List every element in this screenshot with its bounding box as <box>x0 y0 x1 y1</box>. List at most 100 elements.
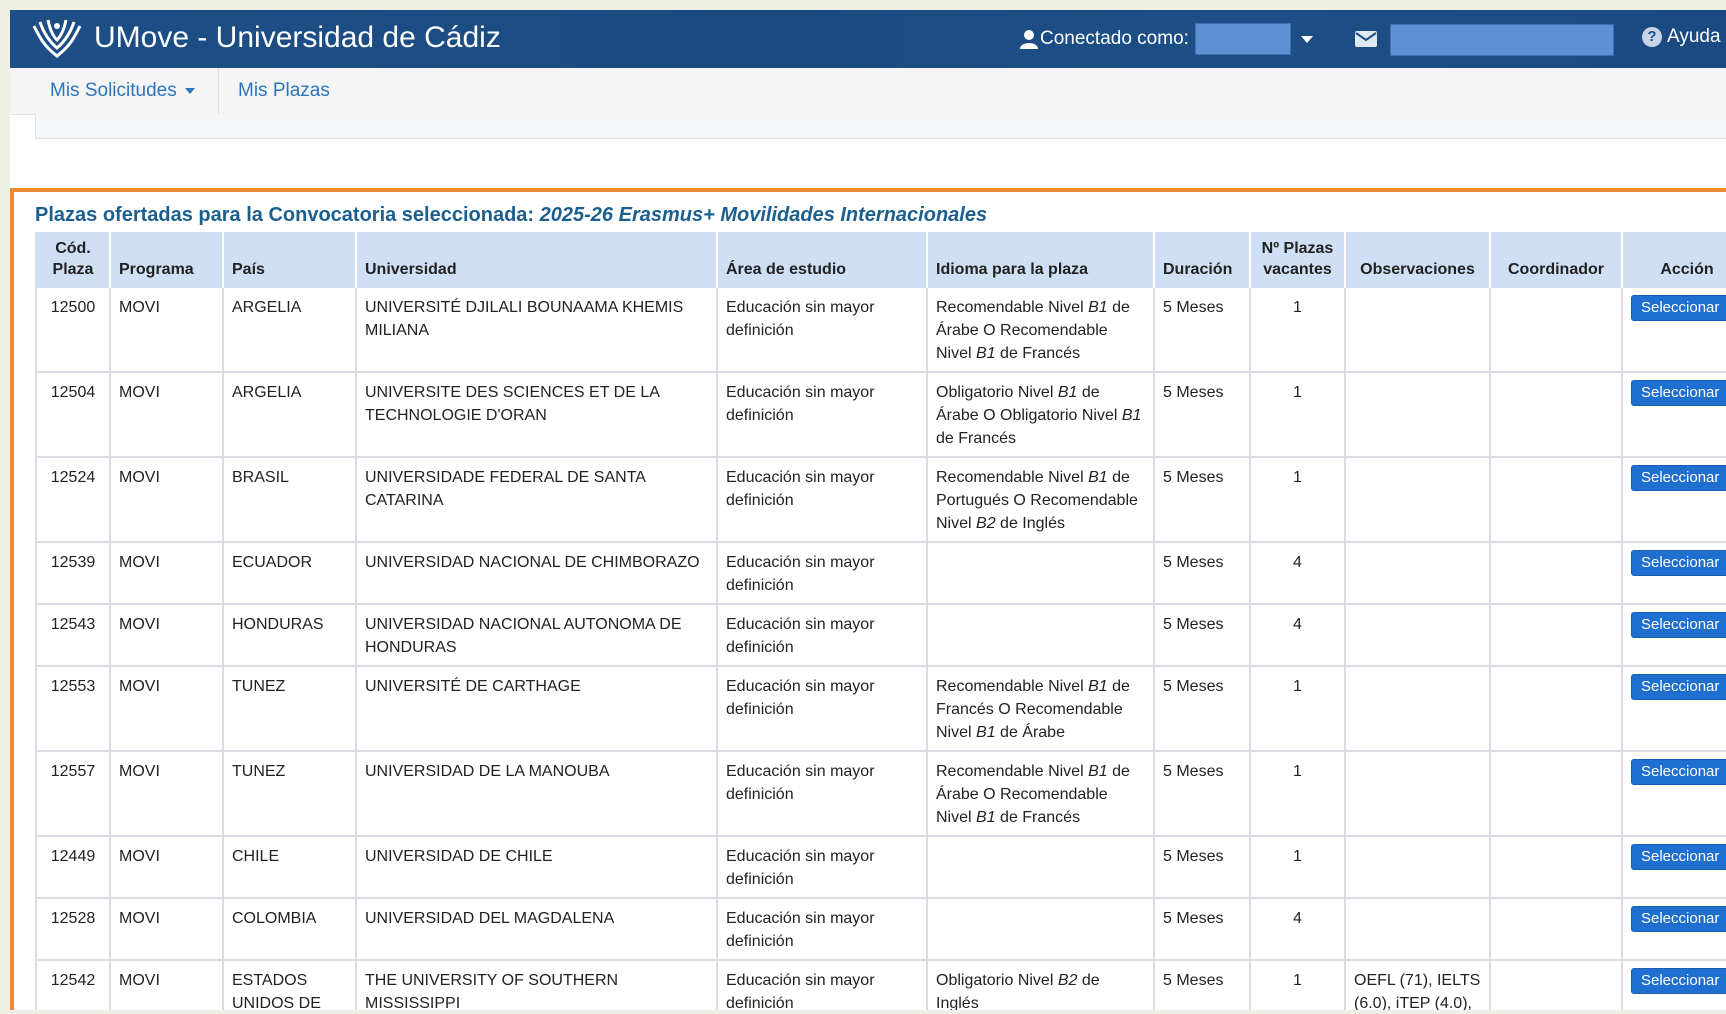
cell-area: Educación sin mayor definición <box>717 372 928 458</box>
plazas-table: Cód. Plaza Programa País Universidad Área… <box>35 232 1726 1010</box>
col-header-vacantes[interactable]: Nº Plazas vacantes <box>1250 232 1346 288</box>
email-field[interactable] <box>1390 24 1614 56</box>
help-label: Ayuda <box>1667 26 1721 47</box>
seleccionar-button[interactable]: Seleccionar <box>1631 906 1726 932</box>
cell-area: Educación sin mayor definición <box>717 288 928 373</box>
language-level: B1 <box>976 724 996 741</box>
language-text: Obligatorio Nivel <box>936 972 1058 989</box>
cell-observaciones <box>1345 542 1491 605</box>
cell-idioma <box>927 898 1155 961</box>
table-row: 12557 MOVI TUNEZ UNIVERSIDAD DE LA MANOUBA E… <box>35 751 1726 837</box>
cell-duracion: 5 Meses <box>1154 604 1251 667</box>
cell-observaciones <box>1345 372 1491 458</box>
col-header-observaciones[interactable]: Observaciones <box>1345 232 1491 288</box>
cell-programa: MOVI <box>110 288 224 373</box>
university-emblem-icon <box>32 19 82 58</box>
language-text: Recomendable Nivel <box>936 299 1089 316</box>
col-header-programa[interactable]: Programa <box>110 232 224 288</box>
cell-cod: 12542 <box>35 960 111 1010</box>
envelope-icon[interactable] <box>1355 31 1377 47</box>
seleccionar-button[interactable]: Seleccionar <box>1631 465 1726 491</box>
cell-coordinador <box>1490 457 1623 543</box>
seleccionar-button[interactable]: Seleccionar <box>1631 550 1726 576</box>
language-text: Recomendable Nivel <box>936 678 1089 695</box>
cell-idioma: Recomendable Nivel B1 de Francés O Recom… <box>927 666 1155 752</box>
cell-cod: 12524 <box>35 457 111 543</box>
nav-mis-solicitudes[interactable]: Mis Solicitudes <box>50 68 195 114</box>
language-text: Recomendable Nivel <box>936 469 1089 486</box>
cell-cod: 12557 <box>35 751 111 837</box>
cell-accion: Seleccionar <box>1622 372 1726 458</box>
cell-duracion: 5 Meses <box>1154 666 1251 752</box>
cell-area: Educación sin mayor definición <box>717 666 928 752</box>
col-header-pais[interactable]: País <box>223 232 357 288</box>
cell-vacantes: 4 <box>1250 604 1346 667</box>
language-text: de Inglés <box>995 515 1065 532</box>
cell-pais: CHILE <box>223 836 357 899</box>
cell-duracion: 5 Meses <box>1154 288 1251 373</box>
cell-programa: MOVI <box>110 751 224 837</box>
col-header-idioma[interactable]: Idioma para la plaza <box>927 232 1155 288</box>
language-text: Obligatorio Nivel <box>936 384 1058 401</box>
cell-idioma <box>927 836 1155 899</box>
col-header-cod[interactable]: Cód. Plaza <box>35 232 111 288</box>
cell-observaciones: OEFL (71), IELTS (6.0), iTEP (4.0), <box>1345 960 1491 1010</box>
seleccionar-button[interactable]: Seleccionar <box>1631 674 1726 700</box>
nav-item-label: Mis Solicitudes <box>50 80 177 101</box>
language-level: B1 <box>976 809 996 826</box>
cell-area: Educación sin mayor definición <box>717 898 928 961</box>
table-row: 12449 MOVI CHILE UNIVERSIDAD DE CHILE Educac… <box>35 836 1726 899</box>
table-row: 12543 MOVI HONDURAS UNIVERSIDAD NACIONAL AU… <box>35 604 1726 667</box>
seleccionar-button[interactable]: Seleccionar <box>1631 612 1726 638</box>
cell-area: Educación sin mayor definición <box>717 542 928 605</box>
seleccionar-button[interactable]: Seleccionar <box>1631 759 1726 785</box>
cell-accion: Seleccionar <box>1622 604 1726 667</box>
cell-observaciones <box>1345 457 1491 543</box>
seleccionar-button[interactable]: Seleccionar <box>1631 844 1726 870</box>
cell-area: Educación sin mayor definición <box>717 457 928 543</box>
cell-accion: Seleccionar <box>1622 457 1726 543</box>
language-level: B2 <box>976 515 996 532</box>
cell-cod: 12504 <box>35 372 111 458</box>
cell-idioma: Recomendable Nivel B1 de Árabe O Recomen… <box>927 751 1155 837</box>
cell-idioma: Obligatorio Nivel B2 de Inglés <box>927 960 1155 1010</box>
cell-observaciones <box>1345 288 1491 373</box>
cell-duracion: 5 Meses <box>1154 457 1251 543</box>
chevron-down-icon[interactable] <box>1300 35 1313 43</box>
cell-pais: ESTADOS UNIDOS DE <box>223 960 357 1010</box>
language-level: B1 <box>1088 299 1108 316</box>
cell-cod: 12528 <box>35 898 111 961</box>
cell-universidad: UNIVERSIDAD DE LA MANOUBA <box>356 751 718 837</box>
language-text: de Árabe <box>995 724 1065 741</box>
user-menu[interactable]: Conectado como: <box>1020 23 1313 55</box>
cell-idioma: Obligatorio Nivel B1 de Árabe O Obligato… <box>927 372 1155 458</box>
table-row: 12504 MOVI ARGELIA UNIVERSITE DES SCIENCES … <box>35 372 1726 458</box>
nav-mis-plazas[interactable]: Mis Plazas <box>238 68 330 114</box>
cell-duracion: 5 Meses <box>1154 542 1251 605</box>
col-header-area[interactable]: Área de estudio <box>717 232 928 288</box>
cell-programa: MOVI <box>110 457 224 543</box>
cell-universidad: UNIVERSITÉ DJILALI BOUNAAMA KHEMIS MILIA… <box>356 288 718 373</box>
cell-vacantes: 4 <box>1250 542 1346 605</box>
cell-cod: 12543 <box>35 604 111 667</box>
seleccionar-button[interactable]: Seleccionar <box>1631 968 1726 994</box>
col-header-universidad[interactable]: Universidad <box>356 232 718 288</box>
seleccionar-button[interactable]: Seleccionar <box>1631 295 1726 321</box>
cell-coordinador <box>1490 542 1623 605</box>
cell-accion: Seleccionar <box>1622 836 1726 899</box>
col-header-coordinador[interactable]: Coordinador <box>1490 232 1623 288</box>
cell-coordinador <box>1490 898 1623 961</box>
cell-coordinador <box>1490 836 1623 899</box>
cell-universidad: UNIVERSIDAD NACIONAL AUTONOMA DE HONDURA… <box>356 604 718 667</box>
filter-panel <box>35 114 1726 139</box>
cell-pais: ECUADOR <box>223 542 357 605</box>
language-level: B2 <box>1057 972 1078 989</box>
help-link[interactable]: ? Ayuda <box>1642 26 1721 48</box>
username-field[interactable] <box>1194 23 1291 55</box>
app-title[interactable]: UMove - Universidad de Cádiz <box>94 19 501 57</box>
cell-programa: MOVI <box>110 898 224 961</box>
col-header-duracion[interactable]: Duración <box>1154 232 1251 288</box>
seleccionar-button[interactable]: Seleccionar <box>1631 380 1726 406</box>
cell-vacantes: 1 <box>1250 836 1346 899</box>
cell-vacantes: 1 <box>1250 666 1346 752</box>
